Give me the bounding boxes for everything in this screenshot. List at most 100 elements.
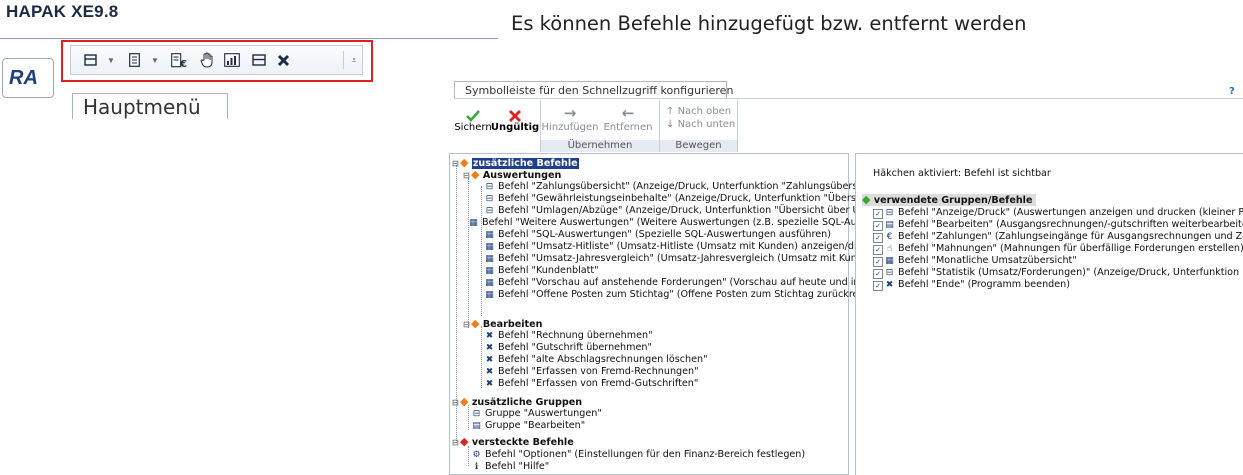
print-icon: ⊟ [485,182,494,192]
used-item[interactable]: ✓ € Befehl "Zahlungen" (Zahlungseingänge f… [873,231,1243,243]
close-x-icon: ✖ [885,280,894,290]
invalid-button-label: Ungültig [490,122,540,133]
print-icon: ⊟ [472,409,481,419]
move-up-button[interactable]: ↑ Nach oben [666,106,731,117]
tree-group-label: Bearbeiten [482,319,543,330]
tree-item[interactable]: ▦ Befehl "SQL-Auswertungen" (Spezielle SQ… [484,229,831,241]
checkbox-checked[interactable]: ✓ [873,257,883,267]
green-dot-icon: ◆ [862,193,871,206]
used-item[interactable]: ✓ ▦ Befehl "Monatliche Umsatzübersicht" [873,255,1077,267]
help-icon[interactable]: ? [1229,86,1241,98]
tree-item-label: Befehl "Erfassen von Fremd-Gutschriften" [498,378,699,389]
tree-item[interactable]: ✖ Befehl "alte Abschlagsrechnungen lösche… [484,354,708,366]
remove-button[interactable]: ← Entfernen [601,104,655,133]
add-button-label: Hinzufügen [541,122,599,133]
chart-icon: ▦ [485,290,494,300]
reminder-hand-icon: ☝ [886,244,893,254]
tree-line [468,446,469,466]
tree-item[interactable]: ▦ Befehl "Umsatz-Jahresvergleich" (Umsatz… [484,253,885,265]
tree-item[interactable]: ✖ Befehl "Erfassen von Fremd-Gutschriften… [484,378,699,390]
tree-item-label: Befehl "Vorschau auf anstehende Forderun… [498,277,881,288]
tree-item[interactable]: ▦ Befehl "Offene Posten zum Stichtag" (Of… [484,289,882,301]
app-logo[interactable]: RA [2,58,54,98]
print-icon: ⊟ [485,194,494,204]
tree-item-label: Befehl "Umsatz-Jahresvergleich" (Umsatz-… [498,253,886,264]
tree-item[interactable]: ▦ Befehl "Umsatz-Hitliste" (Umsatz-Hitlis… [484,241,890,253]
checkbox-checked[interactable]: ✓ [873,281,883,291]
used-item[interactable]: ✓ ▤ Befehl "Bearbeiten" (Ausgangsrechnunge… [873,219,1243,231]
tree-item-label: Befehl "Gewährleistungseinbehalte" (Anze… [498,193,889,204]
tree-group-hidden[interactable]: ⊟◆ versteckte Befehle [452,436,574,448]
arrow-up-icon: ↑ [666,106,678,117]
group-label-apply: Übernehmen [541,140,659,152]
used-item[interactable]: ✓ ⊟ Befehl "Statistik (Umsatz/Forderungen)… [873,267,1243,279]
tree-item[interactable]: ⊟ Befehl "Umlagen/Abzüge" (Anzeige/Druck,… [484,205,890,217]
tree-group-extra-groups[interactable]: ⊟◆ zusätzliche Gruppen [452,396,582,408]
tree-group-bearbeiten[interactable]: ⊟◆ Bearbeiten [463,318,542,330]
tree-item[interactable]: ⊟ Gruppe "Auswertungen" [471,408,602,420]
tree-item-label: Befehl "Umsatz-Hitliste" (Umsatz-Hitlist… [498,241,891,252]
used-item-label: Befehl "Zahlungen" (Zahlungseingänge für… [898,231,1243,242]
tree-item[interactable]: ⊟ Befehl "Gewährleistungseinbehalte" (Anz… [484,193,889,205]
tree-item[interactable]: ✖ Befehl "Erfassen von Fremd-Rechnungen" [484,366,699,378]
remove-button-label: Entfernen [603,122,653,133]
tree-item[interactable]: ▦ Befehl "Weitere Auswertungen" (Weitere … [468,217,875,229]
red-dot-icon: ◆ [460,435,469,448]
tab-main-menu[interactable]: Hauptmenü [72,93,228,119]
orange-dot-icon: ◆ [471,317,480,330]
tree-group-label: versteckte Befehle [471,437,574,448]
tree-group-label: Auswertungen [482,170,562,181]
checkbox-checked[interactable]: ✓ [873,233,883,243]
tree-item[interactable]: ▤ Gruppe "Bearbeiten" [471,420,585,432]
checkbox-checked[interactable]: ✓ [873,269,883,279]
tree-item-label: Befehl "Umlagen/Abzüge" (Anzeige/Druck, … [498,205,890,216]
chart-icon: ▦ [485,266,494,276]
invalid-button[interactable]: Ungültig [490,104,540,133]
tree-item[interactable]: ℹ Befehl "Hilfe" [471,461,549,473]
tab-main-menu-label: Hauptmenü [83,95,201,119]
checkbox-checked[interactable]: ✓ [873,245,883,255]
tree-item-label: Befehl "Offene Posten zum Stichtag" (Off… [498,289,882,300]
move-down-button[interactable]: ↓ Nach unten [666,119,735,130]
arrow-right-icon: → [563,104,577,122]
add-button[interactable]: → Hinzufügen [541,104,599,133]
tree-item-label: Befehl "Zahlungsübersicht" (Anzeige/Druc… [498,181,884,192]
used-item[interactable]: ✓ ☝ Befehl "Mahnungen" (Mahnungen für über… [873,243,1243,255]
tree-item[interactable]: ✖ Befehl "Rechnung übernehmen" [484,330,653,342]
chart-icon: ▦ [485,230,494,240]
tree-item[interactable]: ✖ Befehl "Gutschrift übernehmen" [484,342,652,354]
arrow-down-icon: ↓ [666,119,678,130]
print-icon: ⊟ [885,268,894,278]
title-divider [0,38,498,39]
save-button[interactable]: Sichern [454,104,492,133]
chart-icon: ▦ [485,278,494,288]
visibility-hint: Häkchen aktiviert: Befehl ist sichtbar [873,168,1051,179]
chart-icon: ▦ [485,242,494,252]
used-item[interactable]: ✓ ⊟ Befehl "Anzeige/Druck" (Auswertungen a… [873,207,1243,219]
move-down-label: Nach unten [677,119,736,130]
tree-group-auswertungen[interactable]: ⊟◆ Auswertungen [463,169,561,181]
print-icon: ⊟ [485,206,494,216]
tree-item-label: Befehl "Optionen" (Einstellungen für den… [485,449,806,460]
tool-icon: ✖ [485,331,494,341]
used-item[interactable]: ✓ ✖ Befehl "Ende" (Programm beenden) [873,279,1070,291]
tree-line [468,178,469,328]
document-icon: ▤ [885,220,894,230]
arrow-left-icon: ← [621,104,635,122]
checkbox-checked[interactable]: ✓ [873,209,883,219]
used-group-header[interactable]: ◆ verwendete Gruppen/Befehle [862,193,1037,206]
highlight-frame [61,40,373,82]
tree-item[interactable]: ⚙ Befehl "Optionen" (Einstellungen für de… [471,449,805,461]
caption-text: Es können Befehle hinzugefügt bzw. entfe… [511,12,1027,35]
tree-item-label: Befehl "SQL-Auswertungen" (Spezielle SQL… [498,229,831,240]
tree-root-label: zusätzliche Befehle [471,158,579,169]
tree-line [481,186,482,316]
checkbox-checked[interactable]: ✓ [873,221,883,231]
tree-item[interactable]: ▦ Befehl "Kundenblatt" [484,265,598,277]
document-icon: ▤ [472,421,481,431]
tool-icon: ✖ [485,379,494,389]
euro-document-icon: € [886,232,893,242]
options-gear-icon: ⚙ [472,450,481,460]
tree-item[interactable]: ▦ Befehl "Vorschau auf anstehende Forderu… [484,277,881,289]
tree-item[interactable]: ⊟ Befehl "Zahlungsübersicht" (Anzeige/Dru… [484,181,884,193]
